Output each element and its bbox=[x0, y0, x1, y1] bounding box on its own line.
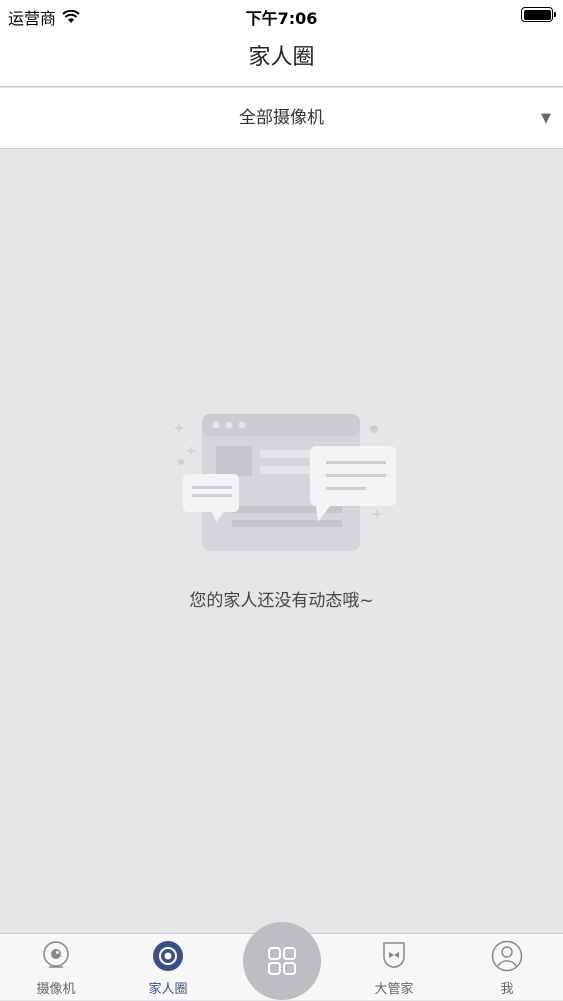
nav-bar: 家人圈 bbox=[0, 30, 563, 87]
dropdown-arrow-icon: ▼ bbox=[541, 111, 551, 126]
family-circle-icon bbox=[153, 941, 183, 971]
page-title: 家人圈 bbox=[248, 45, 315, 70]
battery-icon bbox=[521, 7, 556, 22]
empty-state-message: 您的家人还没有动态哦~ bbox=[189, 591, 374, 611]
grid-icon bbox=[268, 947, 296, 975]
chat-bubbles-illustration bbox=[175, 414, 396, 551]
camera-filter-label: 全部摄像机 bbox=[239, 108, 324, 128]
tab-me-label: 我 bbox=[500, 982, 514, 997]
camera-filter-dropdown[interactable]: 全部摄像机 ▼ bbox=[0, 88, 563, 149]
tab-family-circle[interactable]: 家人圈 bbox=[123, 934, 213, 1001]
tab-butler[interactable]: 大管家 bbox=[349, 934, 439, 1001]
tab-butler-label: 大管家 bbox=[374, 982, 414, 997]
camera-icon bbox=[43, 941, 69, 968]
butler-icon bbox=[383, 942, 405, 968]
status-bar: 运营商 下午7:06 bbox=[0, 0, 563, 30]
status-time: 下午7:06 bbox=[245, 9, 318, 28]
profile-icon bbox=[491, 940, 523, 972]
tab-camera[interactable]: 摄像机 bbox=[11, 934, 101, 1001]
tab-me[interactable]: 我 bbox=[462, 934, 552, 1001]
tab-family-circle-label: 家人圈 bbox=[148, 982, 188, 997]
feed-content: 您的家人还没有动态哦~ bbox=[0, 150, 563, 933]
center-grid-button[interactable] bbox=[243, 922, 321, 1000]
tab-camera-label: 摄像机 bbox=[36, 982, 76, 997]
